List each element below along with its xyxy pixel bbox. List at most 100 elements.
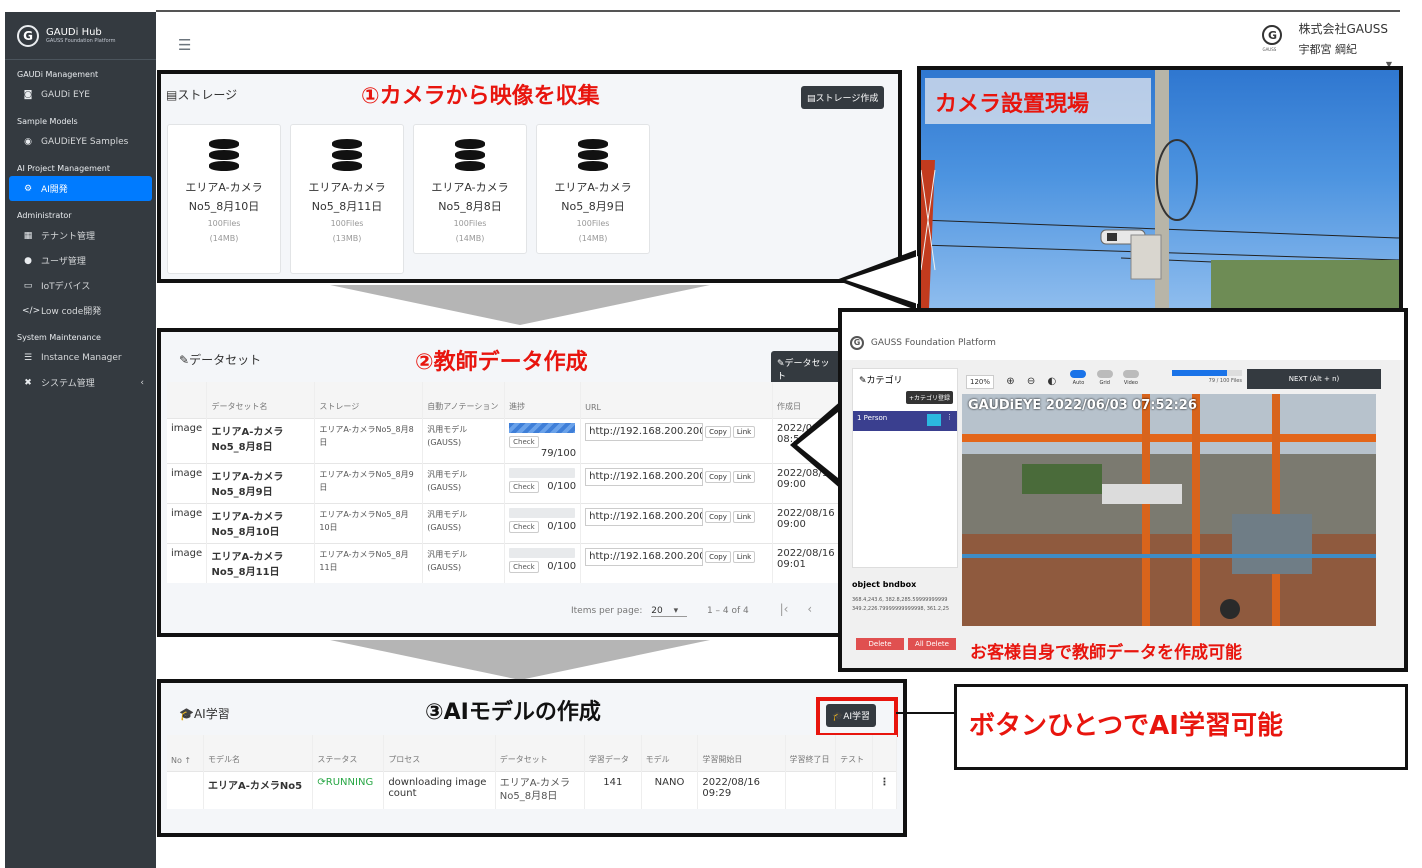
caret-down-icon[interactable]: ▾ [674, 606, 679, 616]
auto-toggle[interactable]: Auto [1070, 370, 1087, 386]
delete-button[interactable]: Delete [856, 638, 904, 650]
video-toggle[interactable]: Video [1122, 370, 1139, 386]
create-storage-button[interactable]: ▤ストレージ作成 [801, 86, 885, 109]
sidebar-item-iot[interactable]: ▭ IoTデバイス [5, 273, 156, 298]
sidebar-item-instance[interactable]: ☰ Instance Manager [5, 345, 156, 370]
column-header[interactable]: モデル [641, 735, 699, 771]
paginator: Items per page: 20 ▾ 1 – 4 of 4 |‹ ‹ [571, 602, 812, 617]
file-progress-bar [1172, 370, 1242, 376]
sidebar-item-samples[interactable]: ◉ GAUDiEYE Samples [5, 129, 156, 154]
link-button[interactable]: Link [732, 510, 756, 523]
column-header[interactable]: 自動アノテーション [422, 382, 506, 418]
file-progress-text: 79 / 100 Files [1208, 378, 1242, 384]
table-row[interactable]: image エリアA-カメラNo5_8月8日 エリアA-カメラNo5_8月8日 … [167, 417, 843, 463]
copy-button[interactable]: Copy [705, 510, 731, 523]
sync-icon: ⟳ [317, 776, 326, 788]
sidebar: G GAUDi Hub GAUSS Foundation Platform GA… [5, 12, 156, 868]
items-per-page-label: Items per page: [571, 606, 643, 616]
camera-site-photo: カメラ設置現場 [917, 66, 1403, 313]
url-field[interactable]: http://192.168.200.200 [585, 422, 704, 441]
first-page-icon[interactable]: |‹ [780, 602, 789, 616]
sidebar-item-users[interactable]: ● ユーザ管理 [5, 248, 156, 273]
check-button[interactable]: Check [509, 435, 539, 448]
column-header[interactable]: 学習開始日 [697, 735, 786, 771]
sidebar-item-label: GAUDi EYE [41, 89, 90, 100]
sidebar-item-label: システム管理 [41, 379, 95, 389]
gaudi-logo-icon: G [17, 24, 39, 47]
table-row[interactable]: image エリアA-カメラNo5_8月9日 エリアA-カメラNo5_8月9日 … [167, 462, 843, 503]
link-button[interactable]: Link [732, 425, 756, 438]
sidebar-item-label: Low code開発 [41, 307, 102, 317]
storage-card[interactable]: エリアA-カメラNo5_8月8日 100Files (14MB) [413, 124, 527, 254]
column-header[interactable]: 学習データ [584, 735, 642, 771]
next-button[interactable]: NEXT (Alt + n) [1247, 369, 1381, 389]
column-header[interactable]: ステータス [312, 735, 385, 771]
column-header[interactable]: プロセス [383, 735, 496, 771]
photo-label: カメラ設置現場 [935, 92, 1090, 117]
url-field[interactable]: http://192.168.200.200 [585, 547, 704, 566]
column-header[interactable]: No ↑ [167, 735, 204, 771]
sidebar-item-tenant[interactable]: ▦ テナント管理 [5, 223, 156, 248]
sidebar-item-lowcode[interactable]: </> Low code開発 [5, 298, 156, 323]
delete-all-button[interactable]: All Delete [908, 638, 956, 650]
database-icon: ▤ [166, 88, 178, 102]
zoom-level[interactable]: 120% [966, 375, 995, 389]
url-field[interactable]: http://192.168.200.200 [585, 467, 704, 486]
database-icon [209, 139, 239, 173]
prev-page-icon[interactable]: ‹ [807, 602, 812, 616]
storage-card-name: エリアA-カメラNo5_8月10日 [185, 181, 263, 213]
user-menu[interactable]: G GAUSS 株式会社GAUSS 宇都宮 綱紀 ▼ [1262, 20, 1392, 69]
ai-table: No ↑ モデル名 ステータス プロセス データセット 学習データ モデル 学習… [167, 735, 898, 809]
url-cell: http://192.168.200.200 Copy Link [580, 462, 773, 503]
column-header[interactable]: データセット名 [206, 382, 316, 418]
annotation-canvas[interactable]: GAUDiEYE 2022/06/03 07:52:26 [962, 394, 1376, 626]
bndbox-values: 368.4,243.6, 382.8,285.59999999999 349.2… [852, 597, 950, 612]
storage-cell: エリアA-カメラNo5_8月10日 [314, 502, 424, 543]
hamburger-icon[interactable]: ☰ [178, 36, 191, 54]
zoom-out-icon[interactable]: ⊖ [1027, 376, 1035, 387]
column-header[interactable]: 進捗 [504, 382, 582, 418]
table-row[interactable]: image エリアA-カメラNo5_8月11日 エリアA-カメラNo5_8月11… [167, 542, 843, 583]
grid-toggle[interactable]: Grid [1096, 370, 1113, 386]
zoom-in-icon[interactable]: ⊕ [1006, 376, 1014, 387]
sidebar-item-ai-dev[interactable]: ⚙ AI開発 [9, 176, 152, 201]
copy-button[interactable]: Copy [705, 425, 731, 438]
storage-panel: ▤ストレージ ①カメラから映像を収集 ▤ストレージ作成 エリアA-カメラNo5_… [157, 70, 902, 283]
link-button[interactable]: Link [732, 470, 756, 483]
category-item[interactable]: 1 Person ⋮ [853, 411, 957, 431]
more-vertical-icon[interactable]: ⋮ [946, 413, 953, 421]
column-header[interactable]: URL [580, 382, 773, 418]
category-color-swatch[interactable] [927, 414, 941, 426]
video-timestamp: GAUDiEYE 2022/06/03 07:52:26 [968, 398, 1197, 413]
column-header[interactable]: テスト [835, 735, 873, 771]
link-button[interactable]: Link [732, 550, 756, 563]
sidebar-item-gaudi-eye[interactable]: ◙ GAUDi EYE [5, 82, 156, 107]
storage-title: ▤ストレージ [166, 88, 238, 102]
copy-button[interactable]: Copy [705, 550, 731, 563]
storage-card[interactable]: エリアA-カメラNo5_8月10日 100Files (14MB) [167, 124, 281, 274]
url-cell: http://192.168.200.200 Copy Link [580, 502, 773, 543]
column-header[interactable]: 学習終了日 [785, 735, 837, 771]
check-button[interactable]: Check [509, 560, 539, 573]
ai-train-button[interactable]: 🎓AI学習 [826, 704, 877, 727]
column-header[interactable]: データセット [495, 735, 585, 771]
url-field[interactable]: http://192.168.200.200 [585, 507, 704, 526]
check-button[interactable]: Check [509, 480, 539, 493]
storage-card[interactable]: エリアA-カメラNo5_8月11日 100Files (13MB) [290, 124, 404, 274]
copy-button[interactable]: Copy [705, 470, 731, 483]
sidebar-item-system[interactable]: ✖ システム管理 ‹ [5, 370, 156, 395]
more-vertical-icon[interactable]: ⋮ [872, 770, 898, 809]
column-header[interactable]: モデル名 [203, 735, 314, 771]
camera-icon: ◙ [23, 89, 33, 100]
brand[interactable]: G GAUDi Hub GAUSS Foundation Platform [5, 12, 156, 60]
storage-card[interactable]: エリアA-カメラNo5_8月9日 100Files (14MB) [536, 124, 650, 254]
items-per-page-select[interactable]: 20 [651, 606, 687, 617]
column-header[interactable]: ストレージ [314, 382, 424, 418]
table-row[interactable]: image エリアA-カメラNo5_8月10日 エリアA-カメラNo5_8月10… [167, 502, 843, 543]
contrast-icon[interactable]: ◐ [1048, 376, 1057, 387]
url-cell: http://192.168.200.200 Copy Link [580, 542, 773, 583]
add-category-button[interactable]: +カテゴリ登録 [905, 391, 953, 404]
table-row[interactable]: エリアA-カメラNo5 ⟳RUNNING downloading image c… [167, 770, 898, 809]
check-button[interactable]: Check [509, 520, 539, 533]
sidebar-item-label: Instance Manager [41, 352, 122, 363]
